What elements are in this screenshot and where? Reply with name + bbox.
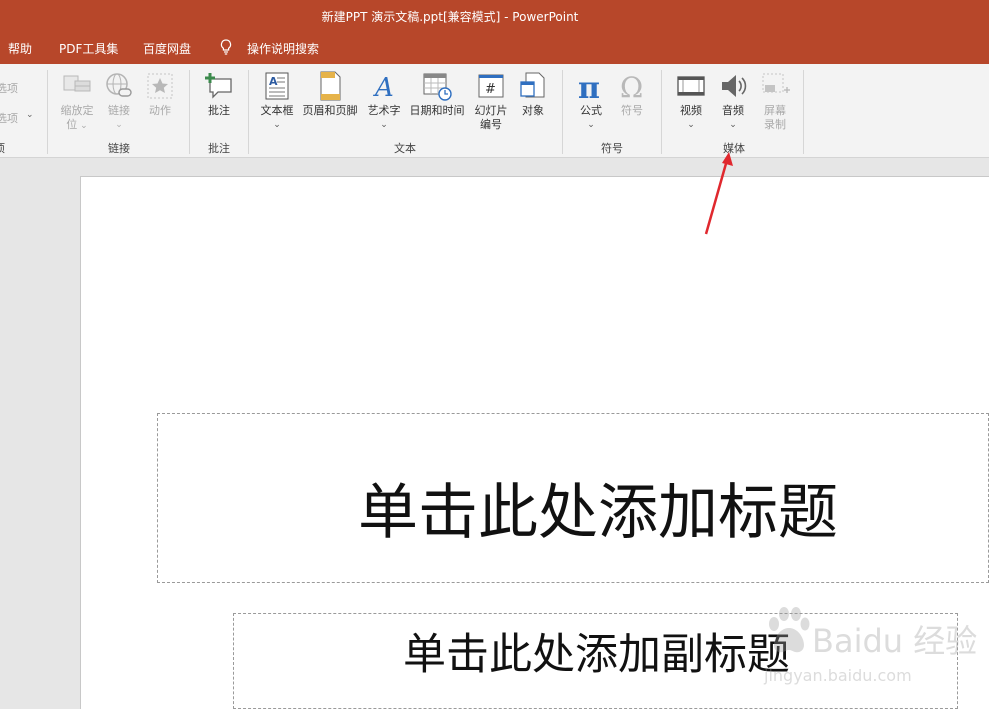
omega-icon: Ω <box>620 71 643 102</box>
header-footer-label: 页眉和页脚 <box>302 104 358 117</box>
chevron-down-icon: ⌄ <box>729 120 737 130</box>
watermark-url: jingyan.baidu.com <box>764 666 912 685</box>
symbol-label: 符号 <box>621 104 643 117</box>
group-separator <box>661 70 662 154</box>
lightbulb-icon[interactable] <box>220 39 232 55</box>
action-label: 动作 <box>149 104 171 117</box>
slide-number-button[interactable]: # 幻灯片 编号 <box>470 70 512 140</box>
group-separator <box>189 70 190 154</box>
svg-text:π: π <box>578 71 600 102</box>
ribbon: 选项 选项 ⌄ 项 缩放定 位 ⌄ 链接 ⌄ 动作 链接 <box>0 64 989 158</box>
title-placeholder-text: 单击此处添加标题 <box>358 478 838 548</box>
zoom-label-2: 位 ⌄ <box>66 118 88 131</box>
slide-number-icon: # <box>478 74 504 98</box>
title-bar: 新建PPT 演示文稿.ppt[兼容模式] - PowerPoint <box>0 0 989 32</box>
symbol-button[interactable]: Ω 符号 <box>613 70 651 140</box>
film-icon <box>677 76 705 96</box>
svg-text:A: A <box>373 73 394 102</box>
chevron-down-icon: ⌄ <box>115 120 123 130</box>
svg-text:Ω: Ω <box>620 71 643 102</box>
slide-number-label-1: 幻灯片 <box>474 104 508 117</box>
chevron-down-icon: ⌄ <box>587 120 595 130</box>
pi-icon: π <box>578 71 600 102</box>
datetime-label: 日期和时间 <box>409 104 465 117</box>
group-separator <box>562 70 563 154</box>
screen-recording-icon <box>762 73 790 93</box>
calendar-clock-icon <box>423 73 452 101</box>
group-label-comments: 批注 <box>208 142 230 155</box>
comment-button[interactable]: 批注 <box>198 70 240 140</box>
audio-label: 音频 <box>722 104 744 117</box>
slide-number-label-2: 编号 <box>480 118 502 131</box>
textbox-label: 文本框 <box>260 104 294 117</box>
watermark-text: Baidu 经验 <box>812 622 978 660</box>
equation-button[interactable]: π 公式 ⌄ <box>572 70 610 140</box>
group-separator <box>47 70 48 154</box>
screen-recording-label-2: 录制 <box>764 118 786 131</box>
wordart-button[interactable]: A 艺术字 ⌄ <box>363 70 405 140</box>
chevron-down-icon: ⌄ <box>26 110 34 120</box>
action-button[interactable]: 动作 <box>140 70 180 140</box>
group-separator <box>803 70 804 154</box>
svg-text:A: A <box>269 75 278 88</box>
group-label-symbols: 符号 <box>601 142 623 155</box>
screen-recording-button[interactable]: 屏幕 录制 <box>755 70 795 140</box>
tell-me-search[interactable]: 操作说明搜索 <box>247 40 319 57</box>
speaker-icon <box>722 75 747 97</box>
object-label: 对象 <box>522 104 544 117</box>
title-placeholder[interactable]: 单击此处添加标题 <box>157 413 989 583</box>
wordart-label: 艺术字 <box>367 104 401 117</box>
datetime-button[interactable]: 日期和时间 <box>406 70 468 140</box>
video-label: 视频 <box>680 104 702 117</box>
link-button[interactable]: 链接 ⌄ <box>100 70 138 140</box>
ribbon-tabs: 帮助 PDF工具集 百度网盘 操作说明搜索 <box>0 32 989 64</box>
link-globe-icon <box>106 73 132 97</box>
link-label: 链接 <box>108 104 130 117</box>
watermark: Baidu 经验 jingyan.baidu.com <box>760 600 977 700</box>
wordart-icon: A <box>373 73 394 102</box>
chevron-down-icon: ⌄ <box>380 120 388 130</box>
object-button[interactable]: 对象 <box>513 70 553 140</box>
cut-item-2: 选项 <box>0 112 18 125</box>
group-label-text: 文本 <box>394 142 416 155</box>
group-label-cut: 项 <box>0 140 5 156</box>
chevron-down-icon: ⌄ <box>273 120 281 130</box>
equation-label: 公式 <box>580 104 602 117</box>
action-star-icon <box>147 73 173 99</box>
window-title: 新建PPT 演示文稿.ppt[兼容模式] - PowerPoint <box>321 10 579 24</box>
annotation-arrow <box>704 152 733 235</box>
object-icon <box>520 72 545 98</box>
zoom-icon <box>63 75 91 92</box>
zoom-button[interactable]: 缩放定 位 ⌄ <box>56 70 98 140</box>
tab-help[interactable]: 帮助 <box>8 40 32 57</box>
video-button[interactable]: 视频 ⌄ <box>672 70 710 140</box>
tab-baidu-netdisk[interactable]: 百度网盘 <box>143 40 191 57</box>
header-footer-button[interactable]: 页眉和页脚 <box>299 70 361 140</box>
textbox-button[interactable]: A 文本框 ⌄ <box>256 70 298 140</box>
zoom-label-1: 缩放定 <box>60 104 94 117</box>
screen-recording-label-1: 屏幕 <box>764 104 786 117</box>
chevron-down-icon: ⌄ <box>687 120 695 130</box>
paw-logo-icon <box>769 607 810 653</box>
group-label-links: 链接 <box>108 142 130 155</box>
svg-text:#: # <box>485 82 496 97</box>
header-footer-icon <box>320 71 341 101</box>
tab-pdf-tools[interactable]: PDF工具集 <box>59 40 118 57</box>
new-comment-icon <box>205 73 232 99</box>
group-separator <box>248 70 249 154</box>
textbox-icon: A <box>265 72 289 100</box>
cut-item-1: 选项 <box>0 82 18 95</box>
audio-button[interactable]: 音频 ⌄ <box>714 70 752 140</box>
comment-label: 批注 <box>208 104 230 117</box>
